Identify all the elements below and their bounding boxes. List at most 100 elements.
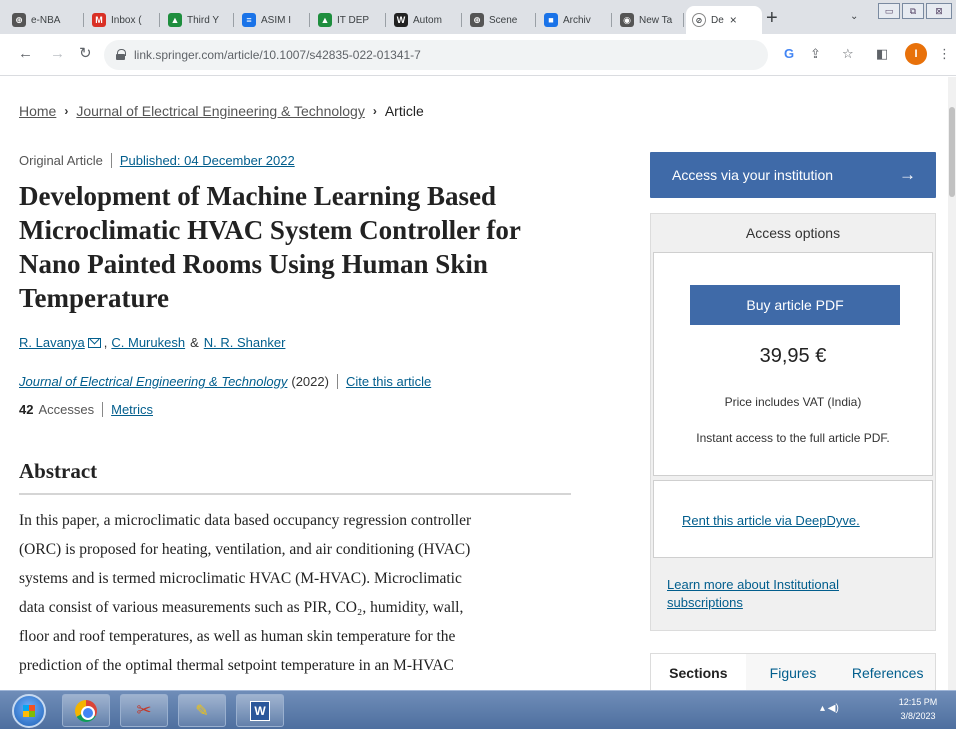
url-text[interactable]: link.springer.com/article/10.1007/s42835…: [134, 48, 421, 62]
rent-panel: Rent this article via DeepDyve.: [653, 480, 933, 558]
close-window-button[interactable]: ⊠: [926, 3, 952, 19]
metrics-link[interactable]: Metrics: [111, 402, 153, 417]
publication-year: (2022): [291, 374, 329, 389]
author-link[interactable]: N. R. Shanker: [204, 335, 286, 350]
new-tab-button[interactable]: +: [766, 8, 778, 28]
reload-icon[interactable]: ↻: [79, 46, 92, 62]
tab-label: Third Y: [187, 14, 220, 26]
abstract-line: data consist of various measurements suc…: [19, 599, 464, 616]
article-price: 39,95 €: [759, 345, 827, 367]
clock-time: 12:15 PM: [898, 697, 938, 707]
institutional-subscriptions-link[interactable]: Learn more about Institutional subscript…: [667, 576, 897, 612]
tab-label: Inbox (: [111, 14, 142, 26]
tab-separator: [83, 13, 84, 27]
forward-arrow-icon[interactable]: →: [50, 46, 65, 62]
tab-favicon-icon: ⊕: [12, 13, 26, 27]
page-scrollbar[interactable]: [948, 77, 956, 690]
chevron-right-icon: ›: [64, 104, 69, 118]
tab-search-chevron-icon[interactable]: ⌄: [850, 11, 858, 22]
abstract-divider: [19, 493, 571, 495]
tab-separator: [461, 13, 462, 27]
tab-active[interactable]: ⊘ De ×: [686, 6, 762, 34]
abstract-line: In this paper, a microclimatic data base…: [19, 512, 472, 529]
word-icon: W: [250, 700, 270, 721]
back-arrow-icon[interactable]: ←: [18, 46, 33, 62]
accesses-label: Accesses: [38, 402, 95, 417]
tab-figures[interactable]: Figures: [746, 654, 841, 690]
browser-tab[interactable]: ■ Archiv: [538, 6, 612, 34]
tray-icons[interactable]: ▴ ◀): [820, 703, 839, 714]
abstract-line: floor and roof temperatures, as well as …: [19, 628, 456, 645]
tab-favicon-icon: ◉: [620, 13, 634, 27]
tab-favicon-icon: ≡: [242, 13, 256, 27]
scrollbar-thumb[interactable]: [949, 107, 955, 197]
rent-deepdyve-link[interactable]: Rent this article via DeepDyve.: [682, 513, 860, 528]
abstract-heading: Abstract: [19, 459, 98, 483]
tab-close-icon[interactable]: ×: [730, 13, 737, 27]
article-metrics: 42 Accesses Metrics: [19, 402, 153, 417]
snipping-tool-taskbar-button[interactable]: ✂: [120, 694, 168, 727]
tab-favicon-icon: ▲: [168, 13, 182, 27]
divider: [110, 153, 112, 168]
springer-tab-icon: ⊘: [692, 13, 706, 27]
journal-link[interactable]: Journal of Electrical Engineering & Tech…: [19, 374, 287, 389]
browser-tab[interactable]: ▲ IT DEP: [312, 6, 386, 34]
access-via-institution-button[interactable]: Access via your institution →: [650, 152, 936, 198]
tab-references[interactable]: References: [840, 654, 935, 690]
browser-tab[interactable]: ⊕ Scene: [464, 6, 536, 34]
minimize-button[interactable]: ▭: [878, 3, 900, 19]
access-options-title: Access options: [745, 225, 841, 241]
tab-sections[interactable]: Sections: [651, 654, 746, 690]
journal-info: Journal of Electrical Engineering & Tech…: [19, 374, 431, 389]
browser-tab[interactable]: ▲ Third Y: [162, 6, 234, 34]
email-icon[interactable]: [87, 337, 101, 348]
tab-separator: [385, 13, 386, 27]
author-link[interactable]: R. Lavanya: [19, 335, 85, 350]
address-bar[interactable]: link.springer.com/article/10.1007/s42835…: [104, 40, 768, 70]
tab-label: Scene: [489, 14, 518, 26]
paint-taskbar-button[interactable]: ✎: [178, 694, 226, 727]
buy-article-panel: Buy article PDF 39,95 € Price includes V…: [653, 252, 933, 476]
breadcrumb-current: Article: [384, 103, 424, 119]
breadcrumb-journal-link[interactable]: Journal of Electrical Engineering & Tech…: [76, 103, 364, 119]
tab-label: Archiv: [563, 14, 591, 26]
breadcrumb-home-link[interactable]: Home: [19, 103, 56, 119]
word-taskbar-button[interactable]: W: [236, 694, 284, 727]
chrome-icon: [75, 699, 97, 722]
tab-label: IT DEP: [337, 14, 370, 26]
author-list: R. Lavanya , C. Murukesh & N. R. Shanker: [19, 335, 285, 350]
chevron-right-icon: ›: [372, 104, 377, 118]
published-date-link[interactable]: Published: 04 December 2022: [120, 153, 295, 168]
maximize-button[interactable]: ⧉: [902, 3, 924, 19]
menu-kebab-icon[interactable]: ⋮: [938, 47, 951, 61]
paint-icon: ✎: [195, 702, 209, 720]
cite-article-link[interactable]: Cite this article: [346, 374, 431, 389]
bookmark-star-icon[interactable]: ☆: [842, 47, 854, 61]
buy-article-pdf-button[interactable]: Buy article PDF: [690, 285, 900, 325]
side-panel-icon[interactable]: ◧: [876, 47, 888, 61]
share-icon[interactable]: ⇪: [810, 47, 821, 61]
lock-icon[interactable]: [116, 49, 126, 60]
divider: [336, 374, 338, 389]
arrow-right-icon: →: [899, 165, 916, 184]
start-button[interactable]: [12, 694, 46, 728]
tab-separator: [611, 13, 612, 27]
tab-label: ASIM I: [261, 14, 292, 26]
tab-separator: [233, 13, 234, 27]
google-icon[interactable]: G: [784, 47, 794, 61]
tab-label: New Ta: [639, 14, 673, 26]
tab-separator: [535, 13, 536, 27]
profile-avatar[interactable]: I: [905, 43, 927, 65]
tab-favicon-icon: ■: [544, 13, 558, 27]
browser-tab[interactable]: ⊕ e-NBA: [6, 6, 84, 34]
article-meta: Original Article Published: 04 December …: [19, 153, 295, 168]
browser-tab[interactable]: M Inbox (: [86, 6, 160, 34]
author-link[interactable]: C. Murukesh: [111, 335, 185, 350]
abstract-text: In this paper, a microclimatic data base…: [19, 506, 579, 680]
browser-tab[interactable]: ◉ New Ta: [614, 6, 684, 34]
tab-favicon-icon: ⊕: [470, 13, 484, 27]
browser-tab[interactable]: ≡ ASIM I: [236, 6, 310, 34]
chrome-taskbar-button[interactable]: [62, 694, 110, 727]
browser-tab[interactable]: W Autom: [388, 6, 462, 34]
system-clock[interactable]: 12:15 PM 3/8/2023: [888, 695, 948, 723]
